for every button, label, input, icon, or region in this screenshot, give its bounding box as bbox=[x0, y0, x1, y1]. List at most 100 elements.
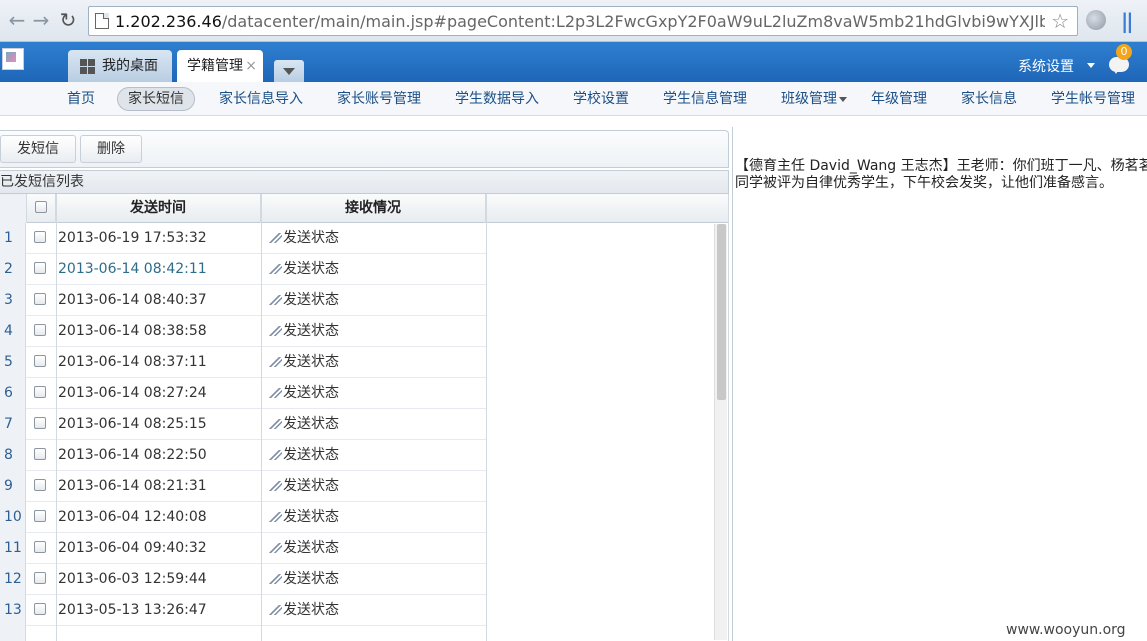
message-content: 【德育主任 David_Wang 王志杰】王老师：你们班丁一凡、杨茗茗同学被评为… bbox=[735, 158, 1147, 191]
send-time: 2013-06-14 08:21:31 bbox=[58, 478, 207, 494]
status-link[interactable]: 发送状态 bbox=[268, 440, 339, 470]
close-icon[interactable]: × bbox=[245, 50, 257, 82]
status-icon bbox=[268, 357, 282, 367]
column-header-receive-status[interactable]: 接收情况 bbox=[261, 194, 486, 223]
table-row[interactable]: 9 2013-06-14 08:21:31 发送状态 bbox=[0, 471, 486, 502]
status-link[interactable]: 发送状态 bbox=[268, 595, 339, 625]
table-row[interactable]: 10 2013-06-04 12:40:08 发送状态 bbox=[0, 502, 486, 533]
status-link[interactable]: 发送状态 bbox=[268, 285, 339, 315]
forward-icon[interactable]: → bbox=[30, 9, 52, 31]
row-checkbox[interactable] bbox=[34, 293, 46, 305]
nav-parent-info-import[interactable]: 家长信息导入 bbox=[219, 87, 303, 111]
row-number: 4 bbox=[0, 316, 26, 347]
nav-parent-account-management[interactable]: 家长账号管理 bbox=[337, 87, 421, 111]
row-checkbox[interactable] bbox=[34, 355, 46, 367]
status-link[interactable]: 发送状态 bbox=[268, 378, 339, 408]
status-link[interactable]: 发送状态 bbox=[268, 533, 339, 563]
chevron-down-icon[interactable] bbox=[1087, 63, 1095, 68]
status-icon bbox=[268, 543, 282, 553]
status-link[interactable]: 发送状态 bbox=[268, 471, 339, 501]
send-time: 2013-06-14 08:27:24 bbox=[58, 385, 207, 401]
table-row[interactable]: 3 2013-06-14 08:40:37 发送状态 bbox=[0, 285, 486, 316]
table-row[interactable]: 2 2013-06-14 08:42:11 发送状态 bbox=[0, 254, 486, 285]
tab-student-management[interactable]: 学籍管理 × bbox=[177, 50, 263, 82]
browser-toolbar: ← → ↻ 1.202.236.46/datacenter/main/main.… bbox=[0, 0, 1147, 42]
status-icon bbox=[268, 419, 282, 429]
nav-class-management[interactable]: 班级管理 bbox=[781, 87, 847, 111]
status-link[interactable]: 发送状态 bbox=[268, 409, 339, 439]
grid-scrollbar[interactable] bbox=[714, 224, 727, 640]
table-row[interactable]: 8 2013-06-14 08:22:50 发送状态 bbox=[0, 440, 486, 471]
globe-icon[interactable] bbox=[1086, 10, 1106, 30]
logo bbox=[2, 48, 24, 70]
tab-my-desktop[interactable]: 我的桌面 bbox=[68, 50, 172, 82]
bookmark-star-icon[interactable]: ☆ bbox=[1051, 9, 1069, 33]
select-all-checkbox[interactable] bbox=[35, 201, 47, 213]
nav-school-settings[interactable]: 学校设置 bbox=[573, 87, 629, 111]
status-link[interactable]: 发送状态 bbox=[268, 254, 339, 284]
table-row[interactable]: 1 2013-06-19 17:53:32 发送状态 bbox=[0, 223, 486, 254]
address-bar[interactable]: 1.202.236.46/datacenter/main/main.jsp#pa… bbox=[88, 6, 1078, 36]
select-all-cell bbox=[27, 194, 56, 223]
row-number: 3 bbox=[0, 285, 26, 316]
grid-title: 已发短信列表 bbox=[0, 170, 729, 194]
back-icon[interactable]: ← bbox=[6, 9, 28, 31]
status-icon bbox=[268, 605, 282, 615]
send-sms-button[interactable]: 发短信 bbox=[0, 135, 76, 163]
delete-button[interactable]: 删除 bbox=[80, 135, 142, 163]
tab-dropdown-button[interactable] bbox=[274, 60, 304, 82]
nav-parent-info[interactable]: 家长信息 bbox=[961, 87, 1017, 111]
table-row[interactable]: 13 2013-05-13 13:26:47 发送状态 bbox=[0, 595, 486, 626]
nav-student-account-management[interactable]: 学生帐号管理 bbox=[1051, 87, 1135, 111]
row-checkbox[interactable] bbox=[34, 448, 46, 460]
row-number: 6 bbox=[0, 378, 26, 409]
row-number: 7 bbox=[0, 409, 26, 440]
nav-grade-management[interactable]: 年级管理 bbox=[871, 87, 927, 111]
row-number: 2 bbox=[0, 254, 26, 285]
nav-parent-sms[interactable]: 家长短信 bbox=[117, 87, 195, 111]
module-nav: 首页 家长短信 家长信息导入 家长账号管理 学生数据导入 学校设置 学生信息管理… bbox=[0, 82, 1147, 116]
row-checkbox[interactable] bbox=[34, 541, 46, 553]
row-checkbox[interactable] bbox=[34, 572, 46, 584]
column-divider bbox=[56, 194, 57, 641]
row-checkbox[interactable] bbox=[34, 479, 46, 491]
table-row[interactable]: 5 2013-06-14 08:37:11 发送状态 bbox=[0, 347, 486, 378]
system-settings-menu[interactable]: 系统设置 bbox=[1018, 56, 1074, 76]
table-row[interactable] bbox=[0, 626, 486, 641]
panel-border bbox=[728, 194, 729, 641]
nav-student-data-import[interactable]: 学生数据导入 bbox=[455, 87, 539, 111]
send-time: 2013-06-03 12:59:44 bbox=[58, 571, 207, 587]
row-number: 1 bbox=[0, 223, 26, 254]
send-time: 2013-06-14 08:38:58 bbox=[58, 323, 207, 339]
column-header-send-time[interactable]: 发送时间 bbox=[56, 194, 261, 223]
row-checkbox[interactable] bbox=[34, 603, 46, 615]
table-row[interactable]: 11 2013-06-04 09:40:32 发送状态 bbox=[0, 533, 486, 564]
row-number: 9 bbox=[0, 471, 26, 502]
nav-home[interactable]: 首页 bbox=[67, 87, 95, 111]
menu-icon[interactable]: || bbox=[1121, 9, 1134, 33]
status-link[interactable]: 发送状态 bbox=[268, 564, 339, 594]
status-link[interactable]: 发送状态 bbox=[268, 347, 339, 377]
nav-student-info-management[interactable]: 学生信息管理 bbox=[663, 87, 747, 111]
row-checkbox[interactable] bbox=[34, 324, 46, 336]
table-row[interactable]: 4 2013-06-14 08:38:58 发送状态 bbox=[0, 316, 486, 347]
row-checkbox[interactable] bbox=[34, 231, 46, 243]
message-detail-panel: 【德育主任 David_Wang 王志杰】王老师：你们班丁一凡、杨茗茗同学被评为… bbox=[732, 127, 1147, 641]
table-row[interactable]: 6 2013-06-14 08:27:24 发送状态 bbox=[0, 378, 486, 409]
sms-list-panel: 发短信 删除 已发短信列表 发送时间 接收情况 1 2013-06-19 17:… bbox=[0, 130, 729, 641]
status-link[interactable]: 发送状态 bbox=[268, 223, 339, 253]
row-checkbox[interactable] bbox=[34, 417, 46, 429]
status-icon bbox=[268, 481, 282, 491]
reload-icon[interactable]: ↻ bbox=[57, 9, 79, 31]
chevron-down-icon bbox=[839, 96, 847, 102]
table-row[interactable]: 12 2013-06-03 12:59:44 发送状态 bbox=[0, 564, 486, 595]
status-link[interactable]: 发送状态 bbox=[268, 502, 339, 532]
row-checkbox[interactable] bbox=[34, 510, 46, 522]
message-count-badge: 0 bbox=[1116, 44, 1132, 60]
row-checkbox[interactable] bbox=[34, 386, 46, 398]
scrollbar-thumb[interactable] bbox=[717, 224, 726, 400]
table-row[interactable]: 7 2013-06-14 08:25:15 发送状态 bbox=[0, 409, 486, 440]
row-checkbox[interactable] bbox=[34, 262, 46, 274]
send-time: 2013-06-14 08:42:11 bbox=[58, 261, 207, 277]
status-link[interactable]: 发送状态 bbox=[268, 316, 339, 346]
